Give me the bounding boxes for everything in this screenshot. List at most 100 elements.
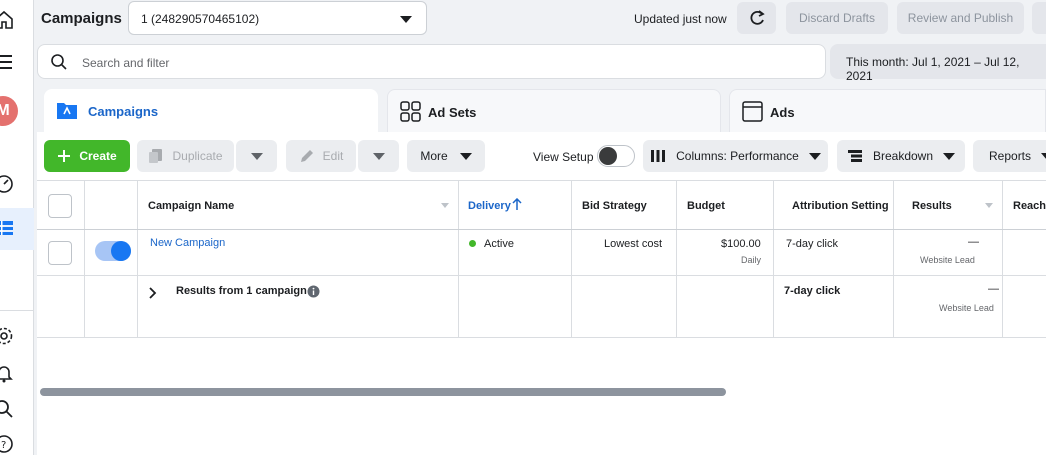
column-header-campaign-name[interactable]: Campaign Name [148,200,234,212]
ads-manager: M ? Campaigns 1 (248290570465102) Update… [0,0,1046,455]
duplicate-dropdown-button[interactable] [236,140,277,172]
duplicate-button[interactable]: Duplicate [137,140,234,172]
sort-ascending-icon[interactable] [512,198,522,211]
help-icon[interactable]: ? [0,432,16,455]
columns-icon [651,150,666,162]
campaign-name-link[interactable]: New Campaign [150,237,225,249]
breakdown-label: Breakdown [872,149,934,163]
column-header-reach[interactable]: Reach [1013,200,1046,212]
grid-icon [400,101,422,126]
campaign-status-toggle[interactable] [95,241,131,261]
gear-icon[interactable] [0,324,16,348]
chevron-down-icon [1041,152,1046,160]
chevron-down-icon [372,152,385,160]
search-input[interactable]: Search and filter [82,56,169,70]
tab-ad-sets[interactable]: Ad Sets [387,89,721,133]
column-header-results[interactable]: Results [912,200,952,212]
search-filter-bar[interactable]: Search and filter [37,44,826,79]
pencil-icon [300,150,313,162]
tab-ad-sets-label: Ad Sets [428,105,477,120]
refresh-icon [750,10,765,25]
results-value: — [968,236,979,248]
tab-campaigns-label: Campaigns [88,104,159,119]
chevron-right-icon[interactable] [149,287,157,299]
chevron-down-icon [400,16,412,23]
account-selector-value: 1 (248290570465102) [141,12,260,26]
rail-divider [0,310,34,311]
campaigns-table-icon[interactable] [0,217,16,241]
attribution-value: 7-day click [786,238,838,250]
delivery-status: Active [469,238,514,250]
reports-button[interactable]: Reports [973,140,1046,172]
duplicate-icon [149,149,163,163]
toggle-knob [111,241,131,261]
row-checkbox[interactable] [48,241,72,265]
summary-row: Results from 1 campaign 7-day click — We… [37,276,1046,338]
column-header-bid-strategy[interactable]: Bid Strategy [582,200,647,212]
ad-window-icon [742,101,764,126]
edit-button[interactable]: Edit [286,140,356,172]
create-button[interactable]: Create [44,140,130,172]
column-header-attribution-setting[interactable]: Attribution Setting [792,200,889,212]
home-icon[interactable] [0,8,16,32]
chevron-down-icon [943,152,956,160]
edit-dropdown-button[interactable] [358,140,399,172]
performance-gauge-icon[interactable] [0,172,16,196]
summary-label: Results from 1 campaign [176,285,307,297]
tab-ads[interactable]: Ads [729,89,1046,133]
breakdown-button[interactable]: Breakdown [837,140,965,172]
horizontal-scrollbar[interactable] [40,388,726,396]
column-header-budget[interactable]: Budget [687,200,725,212]
toggle-knob [599,147,617,165]
breakdown-icon [847,150,862,162]
budget-period: Daily [741,255,762,265]
more-button[interactable]: More [407,140,485,172]
page-title: Campaigns [41,10,122,27]
table-row: New Campaign Active Lowest cost $100.00 … [37,229,1046,276]
review-publish-button[interactable]: Review and Publish [897,2,1024,34]
search-icon [50,53,68,74]
info-icon[interactable] [307,285,320,298]
delivery-status-text: Active [484,238,514,250]
column-header-delivery[interactable]: Delivery [468,200,511,212]
refresh-button[interactable] [737,2,776,34]
updated-status: Updated just now [634,12,727,26]
bell-icon[interactable] [0,361,16,385]
results-type: Website Lead [920,255,975,265]
tab-campaigns[interactable]: Campaigns [44,89,378,133]
columns-button[interactable]: Columns: Performance [643,140,828,172]
edit-label: Edit [322,149,344,163]
sort-caret-icon[interactable] [441,203,449,209]
account-selector[interactable]: 1 (248290570465102) [128,1,427,35]
chevron-down-icon [459,152,472,160]
chevron-down-icon [808,152,821,160]
table-header: Campaign Name Delivery Bid Strategy Budg… [37,180,1046,230]
top-bar: Campaigns 1 (248290570465102) Updated ju… [34,0,1046,38]
active-status-dot [469,240,476,247]
svg-text:?: ? [1,440,6,451]
sort-caret-icon[interactable] [985,203,993,209]
left-rail: M ? [0,0,34,455]
avatar[interactable]: M [0,96,18,126]
columns-label: Columns: Performance [676,149,799,163]
budget-value: $100.00 [721,238,761,250]
chevron-down-icon [250,152,263,160]
bid-strategy-value: Lowest cost [604,238,663,250]
tab-ads-label: Ads [770,105,795,120]
menu-icon[interactable] [0,50,16,74]
summary-results-type: Website Lead [939,303,994,313]
summary-results: — [988,283,999,295]
campaigns-panel: Create Duplicate Edit More View Setup Co… [37,132,1046,455]
plus-icon [58,150,71,162]
overflow-button[interactable] [1032,2,1046,34]
discard-drafts-button[interactable]: Discard Drafts [786,2,888,34]
summary-attribution: 7-day click [784,285,841,297]
date-range-picker[interactable]: This month: Jul 1, 2021 – Jul 12, 2021 [830,44,1046,83]
create-label: Create [79,149,117,163]
select-all-checkbox[interactable] [48,194,72,218]
search-icon[interactable] [0,397,16,421]
date-range-label: This month: Jul 1, 2021 – Jul 12, 2021 [846,55,1020,83]
view-setup-label: View Setup [533,150,594,164]
duplicate-label: Duplicate [172,149,223,163]
view-setup-toggle[interactable] [597,145,635,167]
